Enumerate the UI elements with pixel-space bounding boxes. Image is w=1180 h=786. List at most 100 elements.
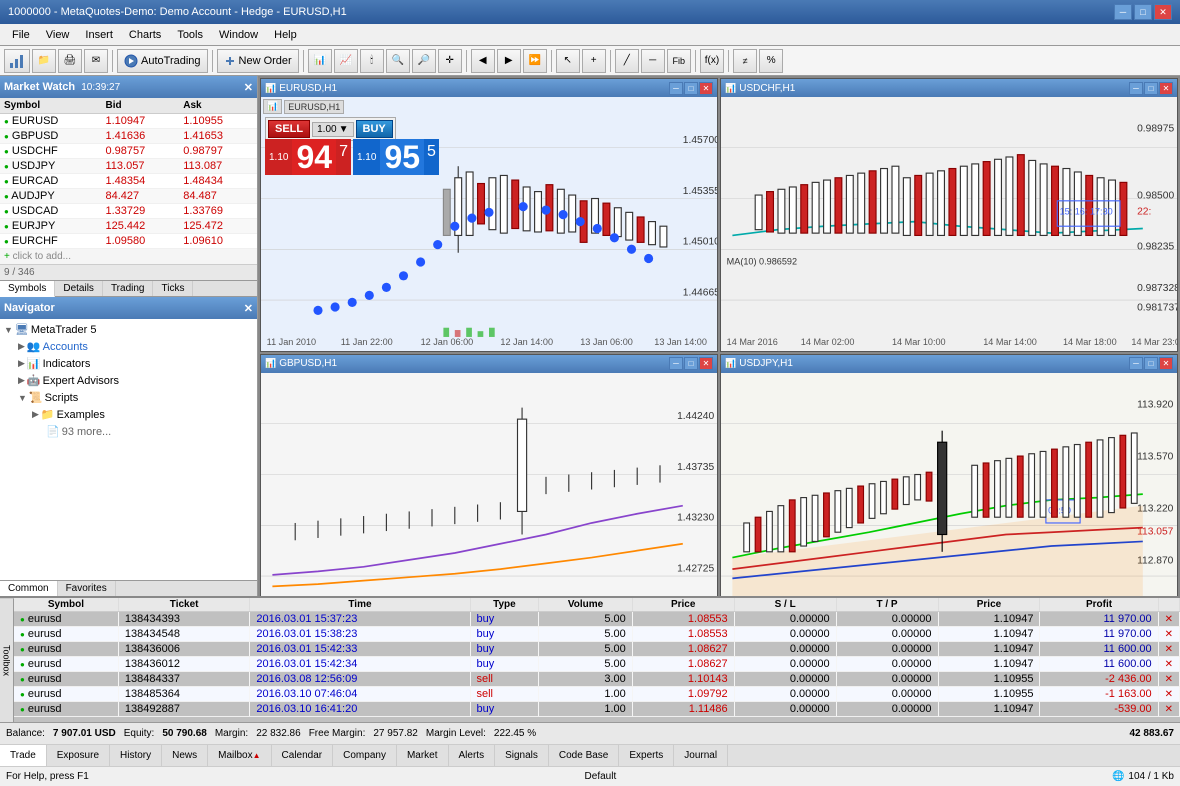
lot-selector[interactable]: 1.00 ▼ [312, 122, 353, 137]
sell-button[interactable]: SELL [268, 120, 310, 138]
toolbar-new-chart[interactable] [4, 49, 30, 73]
trade-delete[interactable]: ✕ [1158, 642, 1179, 657]
toolbar-cursor[interactable]: ↖ [556, 49, 580, 73]
btab-experts[interactable]: Experts [619, 745, 674, 766]
btab-company[interactable]: Company [333, 745, 397, 766]
col-open-price[interactable]: Price [632, 598, 734, 612]
market-watch-row[interactable]: ● USDCAD 1.33729 1.33769 [0, 204, 257, 219]
menu-insert[interactable]: Insert [77, 27, 121, 43]
chart-eurusd-min[interactable]: ─ [669, 82, 683, 95]
trade-delete[interactable]: ✕ [1158, 687, 1179, 702]
nav-tab-common[interactable]: Common [0, 581, 58, 596]
btab-journal[interactable]: Journal [674, 745, 728, 766]
new-order-button[interactable]: New Order [217, 49, 299, 73]
toolbar-save[interactable]: 📁 [32, 49, 56, 73]
menu-window[interactable]: Window [211, 27, 266, 43]
toolbar-crosshair2[interactable]: + [582, 49, 606, 73]
lot-dropdown-icon[interactable]: ▼ [339, 124, 349, 135]
col-time[interactable]: Time [250, 598, 470, 612]
col-ticket[interactable]: Ticket [118, 598, 249, 612]
toolbar-scroll-right[interactable]: ⏩ [523, 49, 547, 73]
chart-usdchf-max[interactable]: □ [1144, 82, 1158, 95]
chart-eurusd-max[interactable]: □ [684, 82, 698, 95]
btab-history[interactable]: History [110, 745, 162, 766]
table-row[interactable]: ● eurusd 138485364 2016.03.10 07:46:04 s… [14, 687, 1180, 702]
toolbar-forward[interactable]: ▶ [497, 49, 521, 73]
col-sl[interactable]: S / L [734, 598, 836, 612]
market-watch-row[interactable]: ● AUDJPY 84.427 84.487 [0, 189, 257, 204]
toolbar-zoom-in[interactable]: 🔍 [386, 49, 410, 73]
toolbar-calc[interactable]: % [759, 49, 783, 73]
mw-tab-symbols[interactable]: Symbols [0, 281, 55, 297]
col-volume[interactable]: Volume [539, 598, 632, 612]
btab-news[interactable]: News [162, 745, 208, 766]
chart-usdchf-close[interactable]: ✕ [1159, 82, 1173, 95]
minimize-button[interactable]: ─ [1114, 4, 1132, 20]
col-symbol[interactable]: Symbol [14, 598, 118, 612]
toolbar-indicator[interactable]: f(x) [700, 49, 724, 73]
chart-usdchf-body[interactable]: 0.98975 0.98500 0.98235 0.987328 0.98173… [721, 97, 1177, 351]
autotrading-button[interactable]: AutoTrading [117, 49, 208, 73]
chart-gbpusd-close[interactable]: ✕ [699, 357, 713, 370]
table-row[interactable]: ● eurusd 138434548 2016.03.01 15:38:23 b… [14, 627, 1180, 642]
toolbar-chart-line[interactable]: 📈 [334, 49, 358, 73]
toolbar-zoom-out[interactable]: 🔎 [412, 49, 436, 73]
chart-gbpusd-max[interactable]: □ [684, 357, 698, 370]
chart-usdjpy-max[interactable]: □ [1144, 357, 1158, 370]
col-price[interactable]: Price [938, 598, 1040, 612]
trade-delete[interactable]: ✕ [1158, 657, 1179, 672]
toolbar-fib[interactable]: Fib [667, 49, 691, 73]
market-watch-row[interactable]: ● EURJPY 125.442 125.472 [0, 219, 257, 234]
btab-trade[interactable]: Trade [0, 745, 47, 766]
chart-eurusd-close[interactable]: ✕ [699, 82, 713, 95]
mw-tab-ticks[interactable]: Ticks [153, 281, 193, 296]
chart-usdjpy-close[interactable]: ✕ [1159, 357, 1173, 370]
menu-help[interactable]: Help [266, 27, 305, 43]
trade-delete[interactable]: ✕ [1158, 702, 1179, 717]
table-row[interactable]: ● eurusd 138436012 2016.03.01 15:42:34 b… [14, 657, 1180, 672]
table-row[interactable]: ● eurusd 138492887 2016.03.10 16:41:20 b… [14, 702, 1180, 717]
menu-charts[interactable]: Charts [121, 27, 169, 43]
col-tp[interactable]: T / P [836, 598, 938, 612]
toolbar-email[interactable]: ✉ [84, 49, 108, 73]
toolbar-hline[interactable]: ─ [641, 49, 665, 73]
toolbar-line[interactable]: ╱ [615, 49, 639, 73]
trade-delete[interactable]: ✕ [1158, 627, 1179, 642]
menu-file[interactable]: File [4, 27, 38, 43]
btab-codebase[interactable]: Code Base [549, 745, 619, 766]
toolbar-alerts[interactable]: ≠ [733, 49, 757, 73]
market-watch-close[interactable]: ✕ [244, 81, 253, 94]
col-type[interactable]: Type [470, 598, 539, 612]
market-watch-row[interactable]: ● USDCHF 0.98757 0.98797 [0, 144, 257, 159]
mw-tab-details[interactable]: Details [55, 281, 103, 296]
btab-exposure[interactable]: Exposure [47, 745, 110, 766]
chart-usdjpy-body[interactable]: 113.920 113.570 113.220 113.057 112.870 [721, 373, 1177, 596]
trade-delete[interactable]: ✕ [1158, 672, 1179, 687]
btab-mailbox[interactable]: Mailbox ▲ [208, 745, 271, 766]
toolbar-crosshair[interactable]: ✛ [438, 49, 462, 73]
chart-gbpusd-min[interactable]: ─ [669, 357, 683, 370]
chart-gbpusd-body[interactable]: 1.44240 1.43735 1.43230 1.42725 [261, 373, 717, 596]
buy-button[interactable]: BUY [356, 120, 393, 138]
mw-tab-trading[interactable]: Trading [103, 281, 154, 296]
market-watch-row[interactable]: ● USDJPY 113.057 113.087 [0, 159, 257, 174]
menu-view[interactable]: View [38, 27, 78, 43]
chart-usdjpy-min[interactable]: ─ [1129, 357, 1143, 370]
btab-calendar[interactable]: Calendar [272, 745, 334, 766]
market-watch-row[interactable]: ● GBPUSD 1.41636 1.41653 [0, 129, 257, 144]
toolbox-button[interactable]: Toolbox [0, 598, 14, 722]
btab-signals[interactable]: Signals [495, 745, 549, 766]
col-profit[interactable]: Profit [1040, 598, 1158, 612]
menu-tools[interactable]: Tools [169, 27, 211, 43]
chart-eurusd-body[interactable]: 📊 EURUSD,H1 SELL 1.00 ▼ BUY [261, 97, 717, 351]
toolbar-back[interactable]: ◀ [471, 49, 495, 73]
toolbar-print[interactable]: 🖨 [58, 49, 82, 73]
nav-tab-favorites[interactable]: Favorites [58, 581, 116, 596]
btab-market[interactable]: Market [397, 745, 449, 766]
toolbar-chart-bar[interactable]: 📊 [308, 49, 332, 73]
table-row[interactable]: ● eurusd 138484337 2016.03.08 12:56:09 s… [14, 672, 1180, 687]
chart-usdchf-min[interactable]: ─ [1129, 82, 1143, 95]
maximize-button[interactable]: □ [1134, 4, 1152, 20]
market-watch-row[interactable]: ● EURCAD 1.48354 1.48434 [0, 174, 257, 189]
trade-delete[interactable]: ✕ [1158, 612, 1179, 627]
